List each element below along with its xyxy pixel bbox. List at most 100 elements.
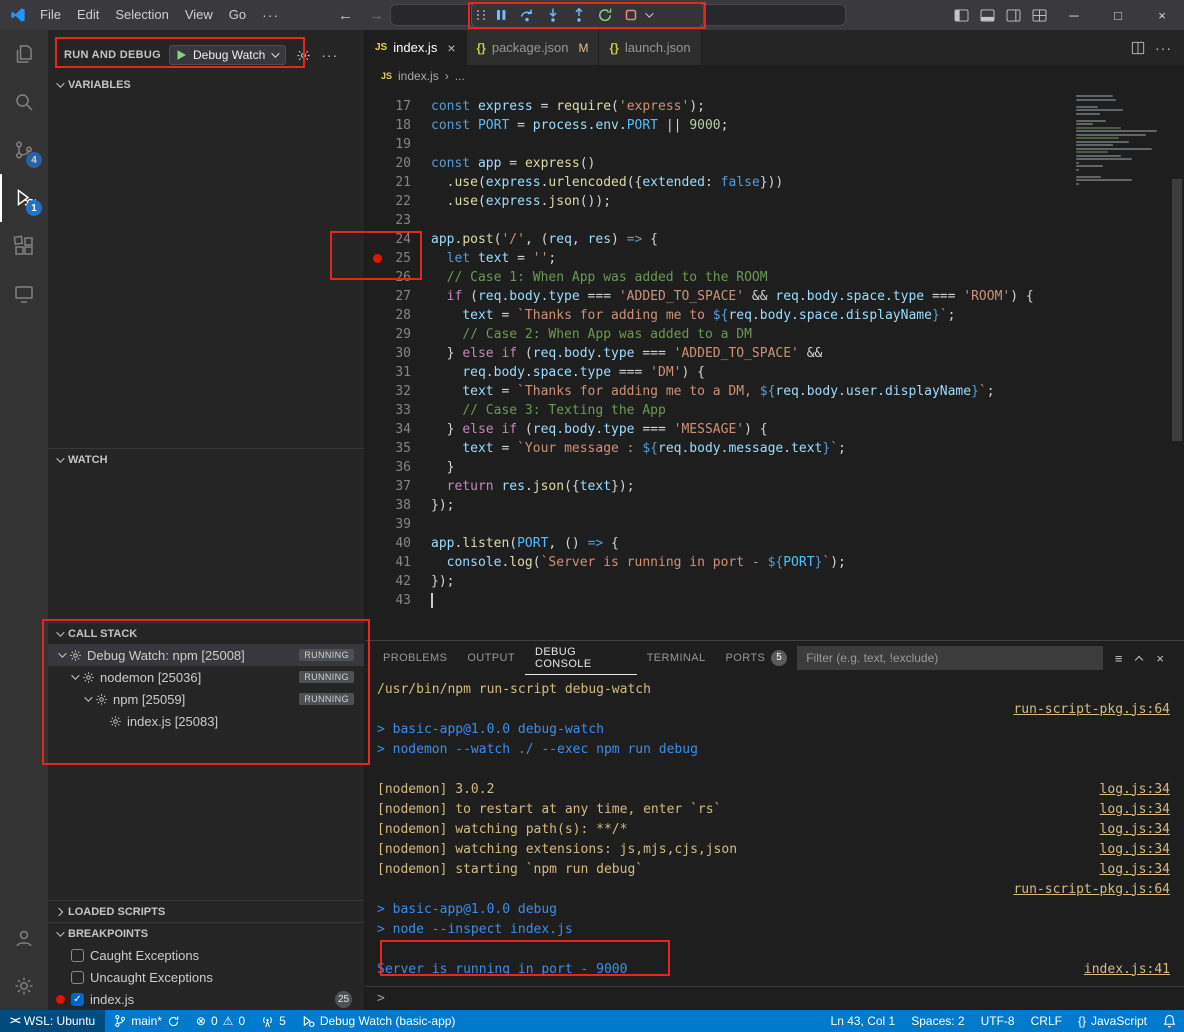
call-stack-session[interactable]: Debug Watch: npm [25008]RUNNING [48,644,364,666]
breakpoint-dot[interactable] [373,254,382,263]
bre3adcrumb-more[interactable]: ... [455,69,465,83]
code-editor[interactable]: 17const express = require('express');18c… [365,87,1184,640]
call-stack-session[interactable]: nodemon [25036]RUNNING [48,666,364,688]
pause-button[interactable] [489,4,513,26]
panel-tab-debug-console[interactable]: DEBUG CONSOLE [525,641,637,675]
panel-tab-problems[interactable]: PROBLEMS [373,641,457,675]
gutter[interactable]: 33 [365,403,431,418]
maximize-panel-icon[interactable] [1135,656,1143,664]
gutter[interactable]: 32 [365,384,431,399]
toggle-secondary-sidebar-icon[interactable] [1000,0,1026,30]
breakpoint-row[interactable]: ✓index.js25 [48,988,364,1010]
code-text[interactable]: if (req.body.type === 'ADDED_TO_SPACE' &… [431,289,1034,304]
close-panel-icon[interactable]: × [1156,651,1164,666]
menu-more-icon[interactable]: ··· [254,2,287,28]
activity-source-control[interactable]: 4 [0,126,48,174]
toggle-sidebar-icon[interactable] [948,0,974,30]
source-link[interactable]: log.js:34 [1100,862,1170,877]
code-text[interactable]: app.listen(PORT, () => { [431,536,619,551]
activity-remote-explorer[interactable] [0,270,48,318]
menu-selection[interactable]: Selection [107,2,176,28]
gutter[interactable]: 43 [365,593,431,608]
encoding-status[interactable]: UTF-8 [973,1010,1023,1032]
source-link[interactable]: run-script-pkg.js:64 [1013,702,1170,717]
code-text[interactable]: }); [431,498,454,513]
debug-session-status[interactable]: Debug Watch (basic-app) [294,1010,464,1032]
editor-more-actions-icon[interactable]: ··· [1155,40,1172,56]
gutter[interactable]: 40 [365,536,431,551]
loaded-scripts-section-header[interactable]: LOADED SCRIPTS [48,900,364,922]
code-text[interactable] [431,593,433,608]
accounts-icon[interactable] [0,914,48,962]
code-text[interactable]: const express = require('express'); [431,99,705,114]
code-text[interactable]: const app = express() [431,156,595,171]
problems-status[interactable]: ⊗ 0 ⚠ 0 [188,1010,253,1032]
code-text[interactable]: } else if (req.body.type === 'MESSAGE') … [431,422,768,437]
close-button[interactable]: × [1140,0,1184,30]
split-editor-icon[interactable] [1131,41,1145,55]
step-out-button[interactable] [567,4,591,26]
gutter[interactable]: 37 [365,479,431,494]
cursor-position[interactable]: Ln 43, Col 1 [823,1010,904,1032]
gutter[interactable]: 24 [365,232,431,247]
step-over-button[interactable] [515,4,539,26]
debug-console-input[interactable]: > [365,986,1184,1010]
notifications-bell[interactable] [1155,1010,1184,1032]
editor-tab-package.json[interactable]: {}package.jsonM [467,30,600,65]
language-status[interactable]: {} JavaScript [1070,1010,1155,1032]
gutter[interactable]: 31 [365,365,431,380]
breakpoints-section-header[interactable]: BREAKPOINTS [48,922,364,944]
gutter[interactable]: 38 [365,498,431,513]
code-text[interactable]: req.body.space.type === 'DM') { [431,365,705,380]
source-link[interactable]: log.js:34 [1100,802,1170,817]
source-link[interactable]: run-script-pkg.js:64 [1013,882,1170,897]
activity-run-and-debug[interactable]: 1 [0,174,48,222]
checkbox[interactable]: ✓ [71,993,84,1006]
source-link[interactable]: log.js:34 [1100,822,1170,837]
launch-config-dropdown[interactable]: Debug Watch [169,45,286,65]
gutter[interactable]: 26 [365,270,431,285]
gutter[interactable]: 30 [365,346,431,361]
drag-handle-icon[interactable] [477,10,485,20]
breakpoint-row[interactable]: Uncaught Exceptions [48,966,364,988]
activity-search[interactable] [0,78,48,126]
variables-section-header[interactable]: VARIABLES [48,74,364,96]
gutter[interactable]: 35 [365,441,431,456]
call-stack-session[interactable]: npm [25059]RUNNING [48,688,364,710]
code-text[interactable]: let text = ''; [431,251,556,266]
settings-gear-icon[interactable] [0,962,48,1010]
gutter[interactable]: 42 [365,574,431,589]
code-text[interactable]: console.log(`Server is running in port -… [431,555,846,570]
checkbox[interactable] [71,949,84,962]
gutter[interactable]: 20 [365,156,431,171]
gutter[interactable]: 34 [365,422,431,437]
step-into-button[interactable] [541,4,565,26]
menu-go[interactable]: Go [221,2,254,28]
activity-extensions[interactable] [0,222,48,270]
maximize-button[interactable]: □ [1096,0,1140,30]
filter-list-icon[interactable]: ≡ [1115,651,1123,666]
menu-view[interactable]: View [177,2,221,28]
gutter[interactable]: 18 [365,118,431,133]
minimize-button[interactable]: ─ [1052,0,1096,30]
source-link[interactable]: index.js:41 [1084,962,1170,977]
back-arrow-icon[interactable]: ← [338,7,353,24]
breadcrumb-file[interactable]: index.js [398,69,439,83]
code-text[interactable]: // Case 2: When App was added to a DM [431,327,752,342]
code-text[interactable]: const PORT = process.env.PORT || 9000; [431,118,728,133]
customize-layout-icon[interactable] [1026,0,1052,30]
watch-section-header[interactable]: WATCH [48,448,364,470]
panel-tab-terminal[interactable]: TERMINAL [637,641,716,675]
minimap[interactable] [1076,95,1168,188]
more-actions-icon[interactable]: ··· [321,47,338,63]
gutter[interactable]: 25 [365,251,431,266]
restart-button[interactable] [593,4,617,26]
code-text[interactable]: app.post('/', (req, res) => { [431,232,658,247]
code-text[interactable]: // Case 1: When App was added to the ROO… [431,270,768,285]
console-filter-input[interactable] [797,646,1103,670]
breakpoint-row[interactable]: Caught Exceptions [48,944,364,966]
gutter[interactable]: 41 [365,555,431,570]
gutter[interactable]: 22 [365,194,431,209]
menu-edit[interactable]: Edit [69,2,107,28]
code-text[interactable]: } [431,460,454,475]
